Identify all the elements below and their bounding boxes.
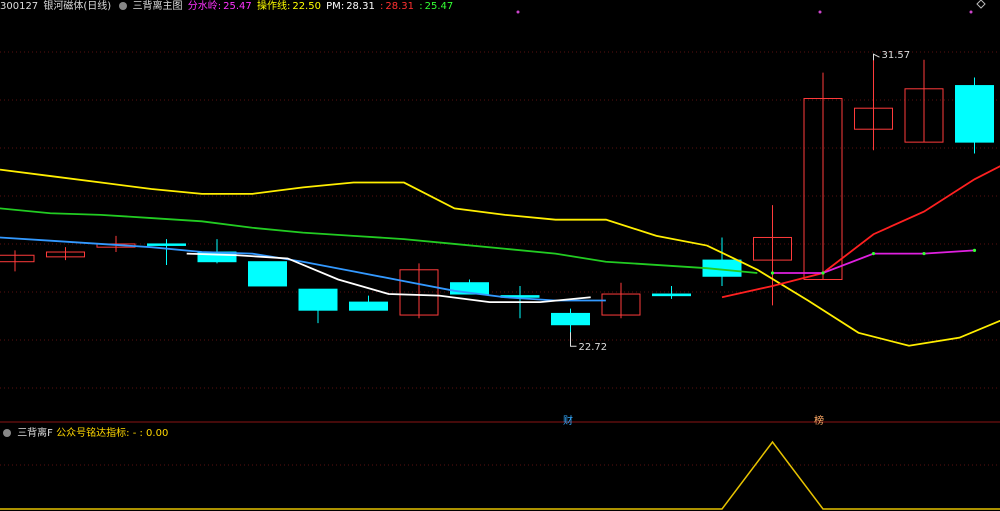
candle-body: [955, 85, 994, 143]
series-label-green: :: [419, 1, 423, 12]
series-point-magenta: [871, 252, 876, 256]
diamond-icon: [976, 0, 986, 9]
sub-value: - : 0.00: [132, 428, 169, 439]
stock-code: 300127: [0, 1, 39, 12]
top-marker: [516, 10, 520, 14]
marker-bang: 榜: [814, 416, 824, 427]
series-value-red: 28.31: [385, 1, 415, 12]
sub-settings-icon[interactable]: [3, 429, 11, 437]
series-value-czx: 22.50: [292, 1, 321, 12]
high-label: 31.57: [882, 50, 911, 61]
series-point-magenta: [972, 248, 977, 252]
series-value-fsl: 25.47: [223, 1, 252, 12]
top-marker: [969, 10, 973, 14]
settings-icon[interactable]: [119, 2, 128, 10]
candle-body: [147, 243, 186, 246]
series-value-green: 25.47: [424, 1, 454, 12]
sub-indicator-name: 三背离F: [17, 428, 53, 439]
candle-body: [551, 312, 590, 326]
sub-line: [0, 440, 1000, 510]
candle-body: [248, 261, 287, 287]
series-label-red: :: [380, 1, 384, 12]
series-label-fsl: 分水岭:: [187, 1, 222, 12]
candle-body: [349, 301, 388, 311]
stock-name: 银河磁体(日线): [43, 1, 112, 12]
series-label-pm: PM:: [326, 1, 345, 12]
indicator-name: 三背离主图: [132, 1, 183, 12]
series-point-magenta: [821, 271, 825, 275]
marker-cai: 财: [563, 416, 573, 427]
high-arrow: [873, 53, 880, 61]
low-label: 22.72: [579, 342, 608, 353]
series-point-magenta: [770, 271, 775, 275]
series-line-green: [0, 207, 758, 274]
chart-header: 300127 银河磁体(日线) 三背离主图 分水岭: 25.47 操作线: 22.5…: [0, 0, 455, 12]
top-marker: [818, 10, 822, 14]
series-label-czx: 操作线:: [256, 1, 291, 12]
candle-body: [652, 293, 691, 297]
candle-body: [298, 288, 338, 311]
low-arrow: [570, 332, 577, 347]
series-value-pm: 28.31: [346, 1, 375, 12]
candle-body: [0, 254, 35, 263]
sub-label: 公众号铭达指标:: [56, 428, 130, 439]
series-point-magenta: [922, 252, 926, 256]
sub-header: 三背离F 公众号铭达指标: - : 0.00: [0, 424, 168, 439]
